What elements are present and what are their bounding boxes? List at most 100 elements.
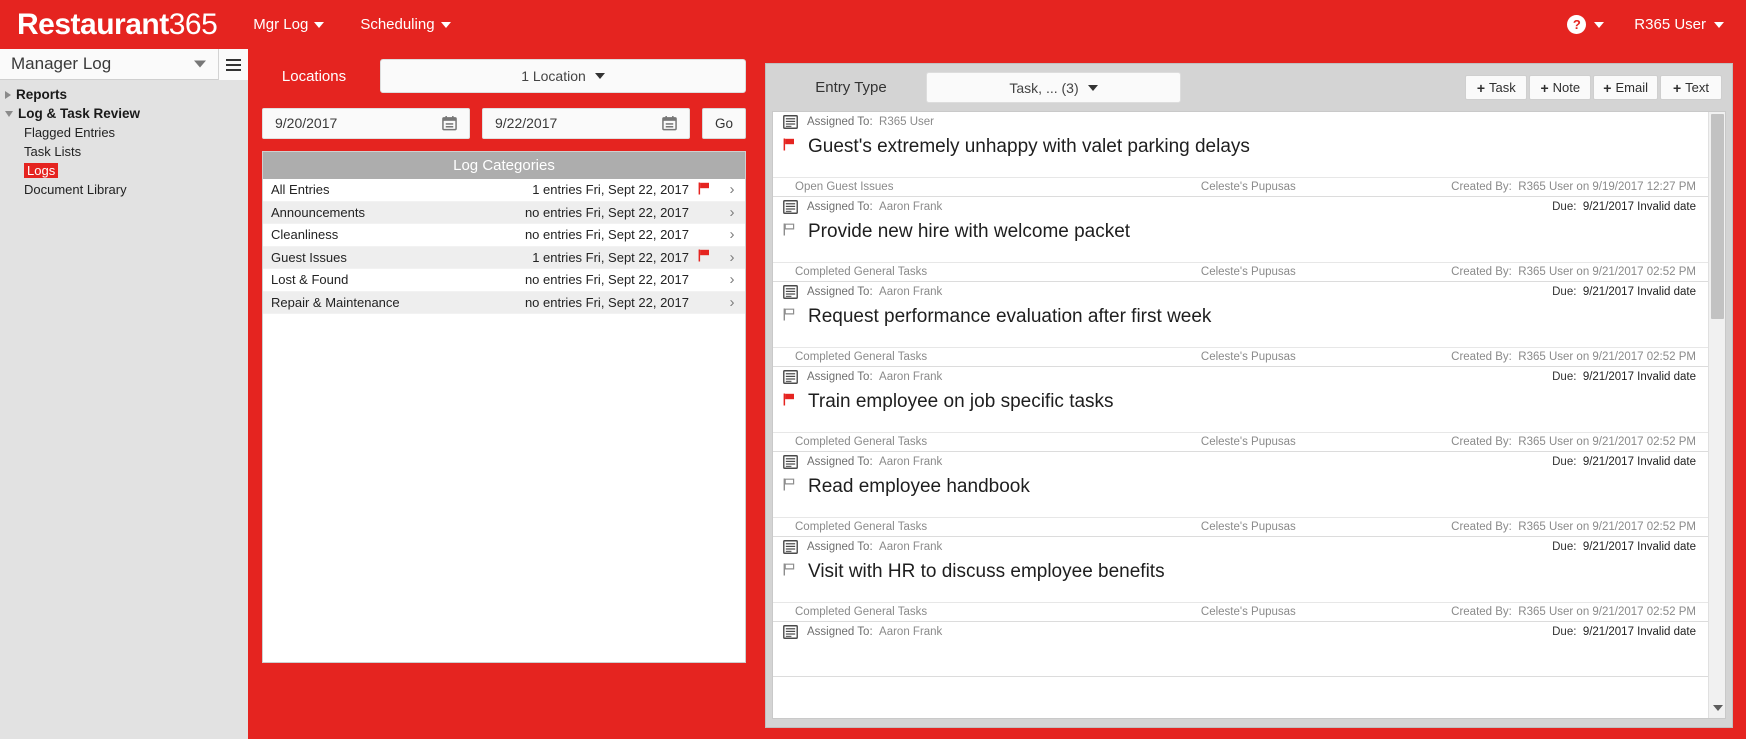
add-note-button[interactable]: + Note [1529,75,1592,100]
hamburger-menu-icon[interactable] [218,49,248,80]
entry-title-row[interactable]: Request performance evaluation after fir… [773,302,1708,347]
entry-flag[interactable] [783,308,798,326]
entry-header-row: Assigned To: Aaron Frank Due: 9/21/2017 I… [773,367,1708,387]
go-button[interactable]: Go [702,107,746,139]
entry-location: Celeste's Pupusas [1200,266,1296,278]
chevron-down-icon[interactable] [194,60,206,68]
entry-created-by: Created By: R365 User on 9/21/2017 02:52… [1451,521,1696,533]
chevron-right-icon[interactable]: › [719,294,745,311]
flag-icon [698,249,709,262]
plus-icon: + [1476,79,1486,96]
top-navigation-bar: Restaurant365 Mgr Log Scheduling ? R365 … [0,0,1746,49]
log-category-row[interactable]: All Entries 1 entries Fri, Sept 22, 2017 › [263,179,745,202]
entry-type-select[interactable]: Task, ... (3) [926,72,1181,103]
log-category-row[interactable]: Repair & Maintenance no entries Fri, Sept… [263,291,745,314]
entry-meta-row: Completed General Tasks Celeste's Pupusas… [773,432,1708,451]
entry-title-row[interactable]: Provide new hire with welcome packet [773,217,1708,262]
flag-icon [783,393,794,406]
log-category-row[interactable]: Lost & Found no entries Fri, Sept 22, 201… [263,269,745,292]
entry-item[interactable]: Assigned To: Aaron Frank Due: 9/21/2017 I… [773,367,1708,452]
nav-item-mgr-log[interactable]: Mgr Log [253,16,325,33]
date-from-field[interactable]: 9/20/2017 [262,107,470,139]
chevron-right-icon[interactable]: › [719,271,745,288]
calendar-icon[interactable] [442,116,457,131]
entry-location: Celeste's Pupusas [1200,521,1296,533]
nav-item-scheduling-label: Scheduling [360,16,435,33]
due-value: 9/21/2017 Invalid date [1582,371,1696,383]
assigned-to-label: Assigned To: [807,286,873,298]
entry-location: Celeste's Pupusas [1200,181,1296,193]
entry-location: Celeste's Pupusas [1200,351,1296,363]
entry-item[interactable]: Assigned To: Aaron Frank Due: 9/21/2017 I… [773,537,1708,622]
entry-flag[interactable] [783,563,798,581]
date-to-field[interactable]: 9/22/2017 [482,107,690,139]
sidebar-item-log-task-review[interactable]: Log & Task Review [0,104,248,123]
sidebar-item-task-lists[interactable]: Task Lists [0,142,248,161]
entry-item[interactable]: Assigned To: Aaron Frank Due: 9/21/2017 I… [773,282,1708,367]
entry-title-row[interactable]: Train employee on job specific tasks [773,387,1708,432]
sidebar-item-logs[interactable]: Logs [0,161,248,180]
log-category-row[interactable]: Guest Issues 1 entries Fri, Sept 22, 2017… [263,246,745,269]
sidebar-item-document-library[interactable]: Document Library [0,180,248,199]
entry-item[interactable]: Assigned To: R365 User Guest's extremely … [773,112,1708,197]
sidebar-item-reports[interactable]: Reports [0,85,248,104]
due-date: Due: 9/21/2017 Invalid date [1552,371,1696,383]
chevron-right-icon[interactable]: › [719,204,745,221]
entry-flag[interactable] [783,393,798,411]
entry-item[interactable]: Assigned To: Aaron Frank Due: 9/21/2017 I… [773,622,1708,677]
created-by-label: Created By: [1451,606,1512,618]
due-label: Due: [1552,541,1577,553]
nav-item-scheduling[interactable]: Scheduling [360,16,451,33]
chevron-right-icon[interactable]: › [719,249,745,266]
add-email-button[interactable]: + Email [1593,75,1658,100]
log-category-row[interactable]: Announcements no entries Fri, Sept 22, 20… [263,201,745,224]
entry-meta-row: Completed General Tasks Celeste's Pupusas… [773,602,1708,621]
chevron-down-icon[interactable] [5,110,13,117]
vertical-scrollbar[interactable] [1708,112,1725,718]
entry-header-row: Assigned To: Aaron Frank Due: 9/21/2017 I… [773,537,1708,557]
due-date: Due: 9/21/2017 Invalid date [1552,201,1696,213]
brand-logo[interactable]: Restaurant365 [17,9,218,40]
due-label: Due: [1552,626,1577,638]
log-categories-header: Log Categories [263,152,745,179]
entry-flag[interactable] [783,223,798,241]
plus-icon: + [1603,79,1612,96]
add-button-label: Text [1685,80,1710,95]
created-by-label: Created By: [1451,521,1512,533]
assigned-to: Assigned To: R365 User [807,116,934,128]
entry-flag[interactable] [783,138,798,156]
chevron-right-icon[interactable] [5,90,11,99]
due-date: Due: 9/21/2017 Invalid date [1552,456,1696,468]
entry-flag[interactable] [783,478,798,496]
sidebar-item-label: Log & Task Review [18,106,141,121]
calendar-icon[interactable] [662,116,677,131]
entry-title-row[interactable]: Visit with HR to discuss employee benefi… [773,557,1708,602]
chevron-right-icon[interactable]: › [719,226,745,243]
entry-item[interactable]: Assigned To: Aaron Frank Due: 9/21/2017 I… [773,197,1708,282]
add-text-button[interactable]: + Text [1660,75,1722,100]
entry-title-row[interactable]: Guest's extremely unhappy with valet par… [773,132,1708,177]
entry-meta-row: Completed General Tasks Celeste's Pupusas… [773,517,1708,536]
due-date: Due: 9/21/2017 Invalid date [1552,626,1696,638]
assigned-to: Assigned To: Aaron Frank [807,626,942,638]
entry-type-label: Entry Type [815,79,887,96]
entry-item[interactable]: Assigned To: Aaron Frank Due: 9/21/2017 I… [773,452,1708,537]
entry-title-row[interactable]: Read employee handbook [773,472,1708,517]
sidebar-item-flagged-entries[interactable]: Flagged Entries [0,123,248,142]
location-select[interactable]: 1 Location [380,59,746,93]
entry-category: Open Guest Issues [795,181,894,193]
entry-list-wrapper: Assigned To: R365 User Guest's extremely … [772,111,1726,719]
scrollbar-thumb[interactable] [1711,114,1724,319]
log-category-row[interactable]: Cleanliness no entries Fri, Sept 22, 2017… [263,224,745,247]
chevron-right-icon[interactable]: › [719,181,745,198]
entry-category: Completed General Tasks [795,351,928,363]
date-from-value: 9/20/2017 [275,115,338,131]
help-menu[interactable]: ? [1567,15,1605,34]
user-menu[interactable]: R365 User [1634,16,1724,33]
created-by-label: Created By: [1451,351,1512,363]
log-category-name: All Entries [271,182,330,198]
add-task-button[interactable]: + Task [1465,75,1528,100]
chevron-down-icon [1087,84,1098,91]
assigned-to: Assigned To: Aaron Frank [807,541,942,553]
scroll-down-arrow-icon[interactable] [1709,700,1725,716]
